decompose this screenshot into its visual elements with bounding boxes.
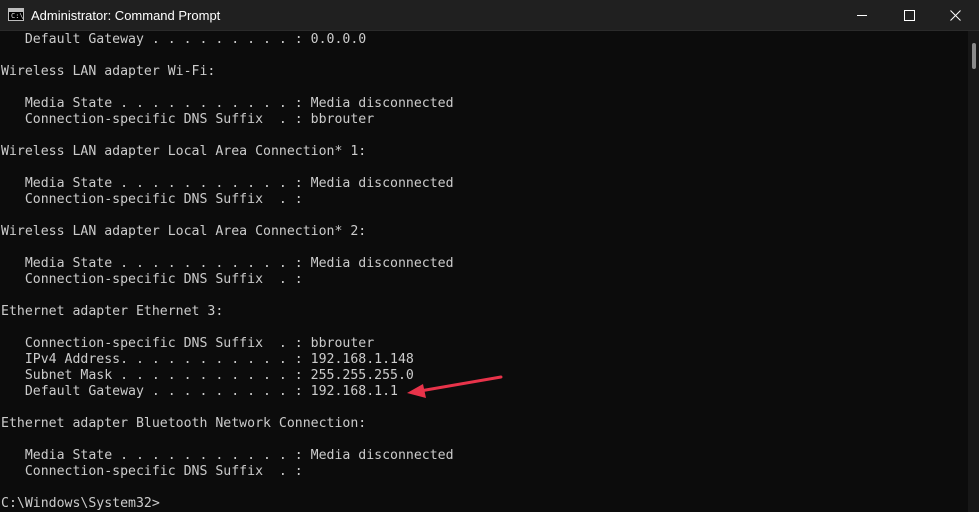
console-line: Media State . . . . . . . . . . . : Medi… xyxy=(1,96,454,111)
console-lines: Default Gateway . . . . . . . . . : 0.0.… xyxy=(1,32,454,512)
console-line: IPv4 Address. . . . . . . . . . . : 192.… xyxy=(1,352,414,367)
console-line: Media State . . . . . . . . . . . : Medi… xyxy=(1,256,454,271)
minimize-button[interactable] xyxy=(840,0,884,31)
console-line: Connection-specific DNS Suffix . : xyxy=(1,192,303,207)
minimize-icon xyxy=(857,15,867,16)
console-line: Connection-specific DNS Suffix . : bbrou… xyxy=(1,112,375,127)
console-line: Connection-specific DNS Suffix . : bbrou… xyxy=(1,336,375,351)
red-arrow-icon xyxy=(407,375,503,398)
scrollbar-thumb[interactable] xyxy=(972,43,976,69)
close-button[interactable] xyxy=(934,0,978,31)
console-line: Connection-specific DNS Suffix . : xyxy=(1,272,303,287)
console-line: Media State . . . . . . . . . . . : Medi… xyxy=(1,448,454,463)
console-line: Ethernet adapter Ethernet 3: xyxy=(1,304,224,319)
console-line: Wireless LAN adapter Wi-Fi: xyxy=(1,64,216,79)
console-line: Subnet Mask . . . . . . . . . . . : 255.… xyxy=(1,368,414,383)
console-line: Ethernet adapter Bluetooth Network Conne… xyxy=(1,416,367,431)
vertical-scrollbar[interactable] xyxy=(968,31,979,512)
console-line: Wireless LAN adapter Local Area Connecti… xyxy=(1,144,367,159)
console-line: Media State . . . . . . . . . . . : Medi… xyxy=(1,176,454,191)
console-line: Wireless LAN adapter Local Area Connecti… xyxy=(1,224,367,239)
close-icon xyxy=(950,10,961,21)
console-line: Connection-specific DNS Suffix . : xyxy=(1,464,303,479)
command-prompt-window: C:\ Administrator: Command Prompt Defaul… xyxy=(0,0,979,512)
console-line: Default Gateway . . . . . . . . . : 0.0.… xyxy=(1,32,367,47)
default-gateway-line: Default Gateway . . . . . . . . . : 192.… xyxy=(1,384,398,399)
title-bar[interactable]: C:\ Administrator: Command Prompt xyxy=(0,0,979,31)
command-prompt-line[interactable]: C:\Windows\System32> xyxy=(1,496,454,512)
console-output[interactable]: Default Gateway . . . . . . . . . : 0.0.… xyxy=(0,31,968,512)
maximize-button[interactable] xyxy=(887,0,931,31)
maximize-icon xyxy=(904,10,915,21)
window-title: Administrator: Command Prompt xyxy=(31,8,221,23)
command-prompt-icon: C:\ xyxy=(8,8,24,21)
